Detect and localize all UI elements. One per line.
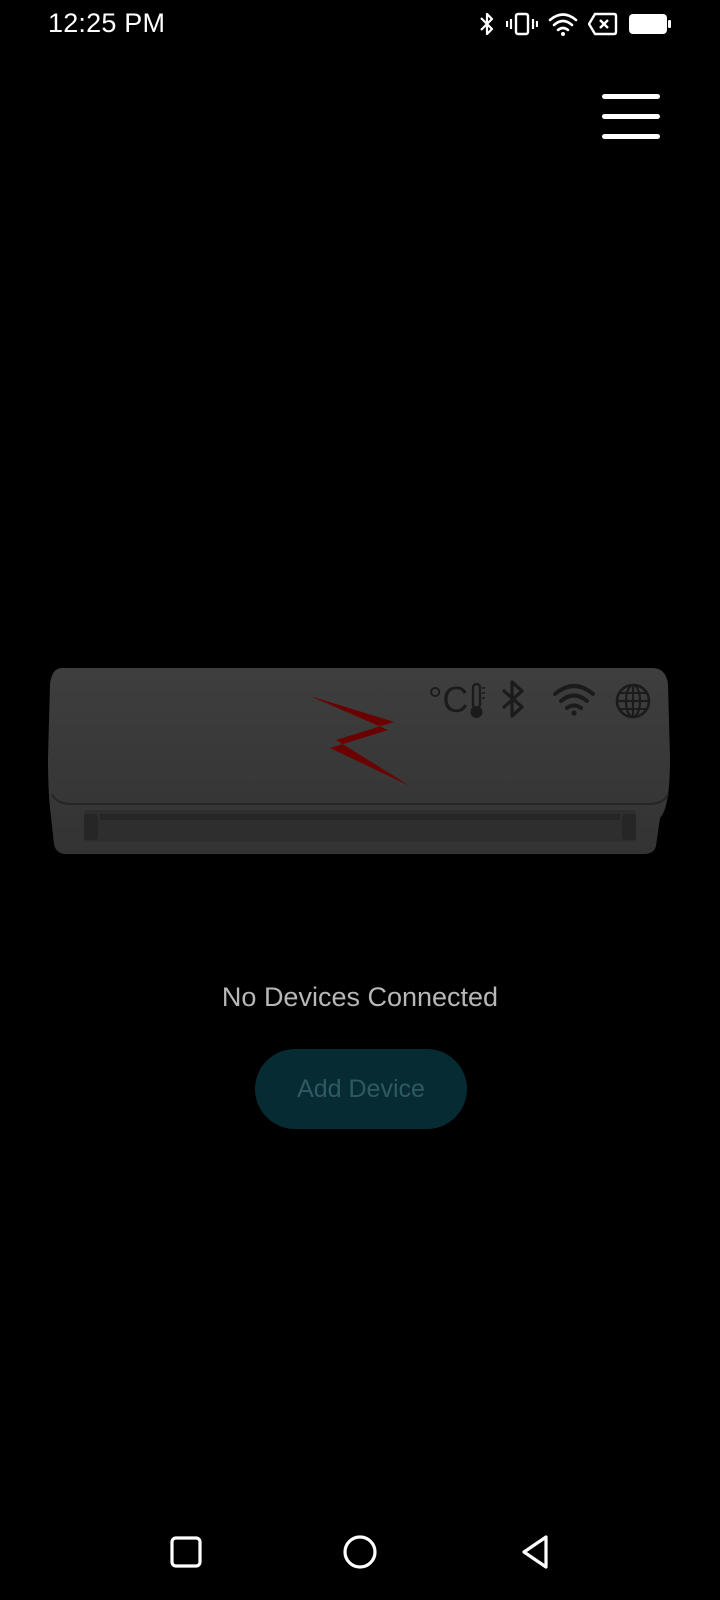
status-icons [478, 10, 672, 38]
back-triangle-icon[interactable] [516, 1532, 556, 1572]
recents-square-icon[interactable] [166, 1532, 206, 1572]
wifi-icon [553, 682, 595, 720]
home-circle-icon[interactable] [340, 1532, 380, 1572]
wifi-icon [548, 11, 578, 37]
bluetooth-icon [478, 11, 496, 37]
add-device-button[interactable]: Add Device [255, 1049, 467, 1129]
air-conditioner-illustration: °C [48, 668, 672, 854]
thermometer-icon [468, 682, 486, 724]
status-time: 12:25 PM [48, 8, 166, 38]
status-bar: 12:25 PM [0, 0, 720, 52]
celsius-label: °C [428, 679, 469, 720]
no-devices-message: No Devices Connected [221, 982, 499, 1012]
globe-icon [614, 682, 652, 724]
bluetooth-icon [500, 678, 526, 724]
indicator-temperature: °C [428, 682, 486, 724]
vibrate-icon [506, 11, 538, 37]
battery-icon [628, 12, 672, 36]
no-sim-icon [588, 12, 618, 36]
navigation-bar [0, 1500, 720, 1600]
hamburger-menu-icon[interactable] [592, 88, 664, 146]
